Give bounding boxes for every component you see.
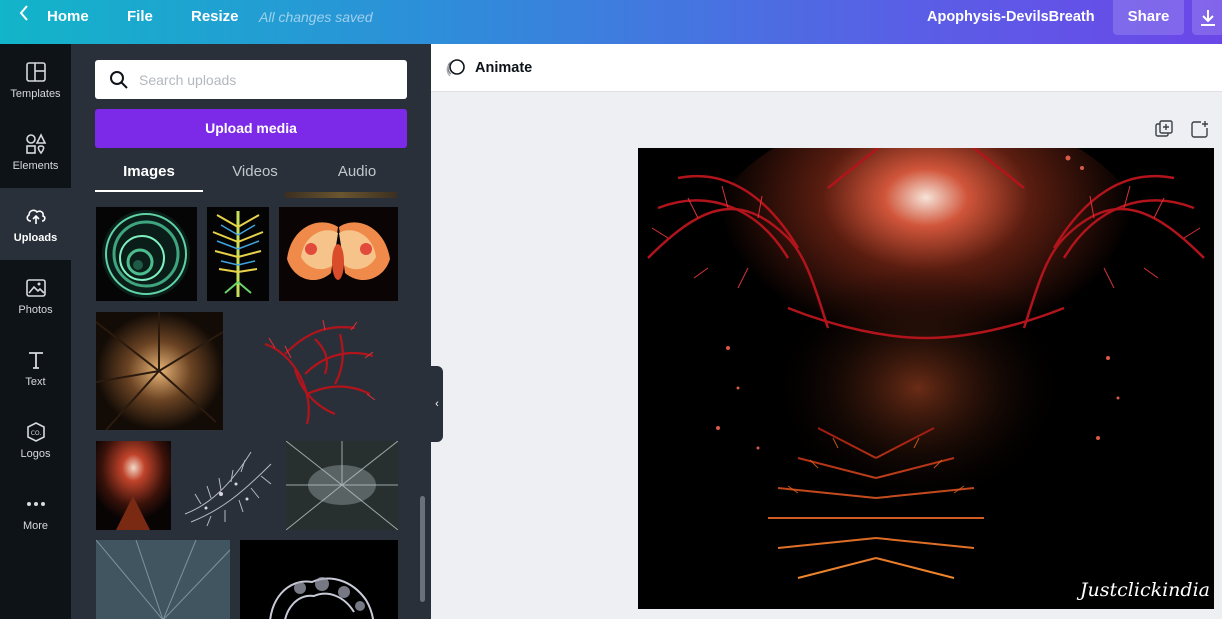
rail-label: Uploads xyxy=(13,231,58,244)
back-chevron-icon[interactable] xyxy=(18,0,30,34)
rail-label: Templates xyxy=(10,87,61,100)
uploaded-image-thumbnail[interactable] xyxy=(240,540,398,619)
rail-label: Elements xyxy=(12,159,59,172)
page-actions xyxy=(1155,120,1209,138)
rail-item-templates[interactable]: Templates xyxy=(0,44,71,116)
uploaded-image-thumbnail[interactable] xyxy=(95,312,224,431)
search-icon xyxy=(110,70,128,89)
top-bar: Home File Resize All changes saved Apoph… xyxy=(0,0,1222,44)
uploaded-image-thumbnail[interactable] xyxy=(96,441,171,530)
rail-label: Photos xyxy=(18,303,53,316)
uploaded-image-thumbnail[interactable] xyxy=(285,192,397,198)
collapse-panel-handle[interactable]: ‹ xyxy=(431,366,443,442)
duplicate-page-icon[interactable] xyxy=(1155,120,1173,138)
rail-label: More xyxy=(22,519,49,532)
left-nav-rail: Templates Elements Uploads Photos Text C… xyxy=(0,44,71,619)
tab-videos[interactable]: Videos xyxy=(203,154,307,192)
rail-item-logos[interactable]: CO. Logos xyxy=(0,404,71,476)
design-canvas-image[interactable]: Justclickindia xyxy=(638,148,1214,609)
uploaded-image-thumbnail[interactable] xyxy=(285,440,399,531)
save-status: All changes saved xyxy=(259,9,373,25)
elements-icon xyxy=(25,132,46,154)
upload-media-button[interactable]: Upload media xyxy=(95,109,407,148)
rail-label: Text xyxy=(25,375,46,388)
download-icon xyxy=(1201,9,1215,26)
add-page-icon[interactable] xyxy=(1191,120,1209,138)
text-icon xyxy=(28,351,43,369)
uploads-icon xyxy=(25,209,46,224)
rail-item-photos[interactable]: Photos xyxy=(0,260,71,332)
photos-icon xyxy=(25,278,46,297)
rail-item-uploads[interactable]: Uploads xyxy=(0,188,71,260)
templates-icon xyxy=(25,61,46,82)
download-button[interactable] xyxy=(1192,0,1222,35)
uploads-image-grid xyxy=(95,192,407,619)
home-button[interactable]: Home xyxy=(47,0,89,34)
media-tabs: Images Videos Audio xyxy=(95,154,407,192)
chevron-left-icon: ‹ xyxy=(435,398,439,410)
more-icon xyxy=(26,501,45,506)
uploaded-image-thumbnail[interactable] xyxy=(181,444,277,528)
uploaded-image-thumbnail[interactable] xyxy=(95,539,231,619)
uploaded-image-thumbnail[interactable] xyxy=(279,207,398,301)
design-title[interactable]: Apophysis-DevilsBreath xyxy=(927,0,1095,34)
tab-images[interactable]: Images xyxy=(95,154,203,192)
panel-scrollbar[interactable] xyxy=(420,496,425,602)
svg-text:CO.: CO. xyxy=(30,430,41,437)
rail-item-text[interactable]: Text xyxy=(0,332,71,404)
resize-button[interactable]: Resize xyxy=(191,0,239,34)
uploaded-image-thumbnail[interactable] xyxy=(207,207,269,301)
rail-item-more[interactable]: More xyxy=(0,476,71,548)
animate-button[interactable]: Animate xyxy=(475,60,532,76)
rail-item-elements[interactable]: Elements xyxy=(0,116,71,188)
tab-audio[interactable]: Audio xyxy=(307,154,407,192)
search-box[interactable] xyxy=(95,60,407,99)
search-input[interactable] xyxy=(139,71,399,88)
uploads-panel: Upload media Images Videos Audio xyxy=(71,44,431,619)
uploaded-image-thumbnail[interactable] xyxy=(96,207,197,301)
share-button[interactable]: Share xyxy=(1113,0,1184,35)
artist-signature: Justclickindia xyxy=(1076,579,1210,601)
editor-toolbar: Animate xyxy=(431,44,1222,92)
file-menu-button[interactable]: File xyxy=(127,0,153,34)
uploaded-image-thumbnail[interactable] xyxy=(255,314,379,426)
logos-icon: CO. xyxy=(26,421,45,442)
animate-icon xyxy=(446,58,465,76)
rail-label: Logos xyxy=(20,447,51,460)
